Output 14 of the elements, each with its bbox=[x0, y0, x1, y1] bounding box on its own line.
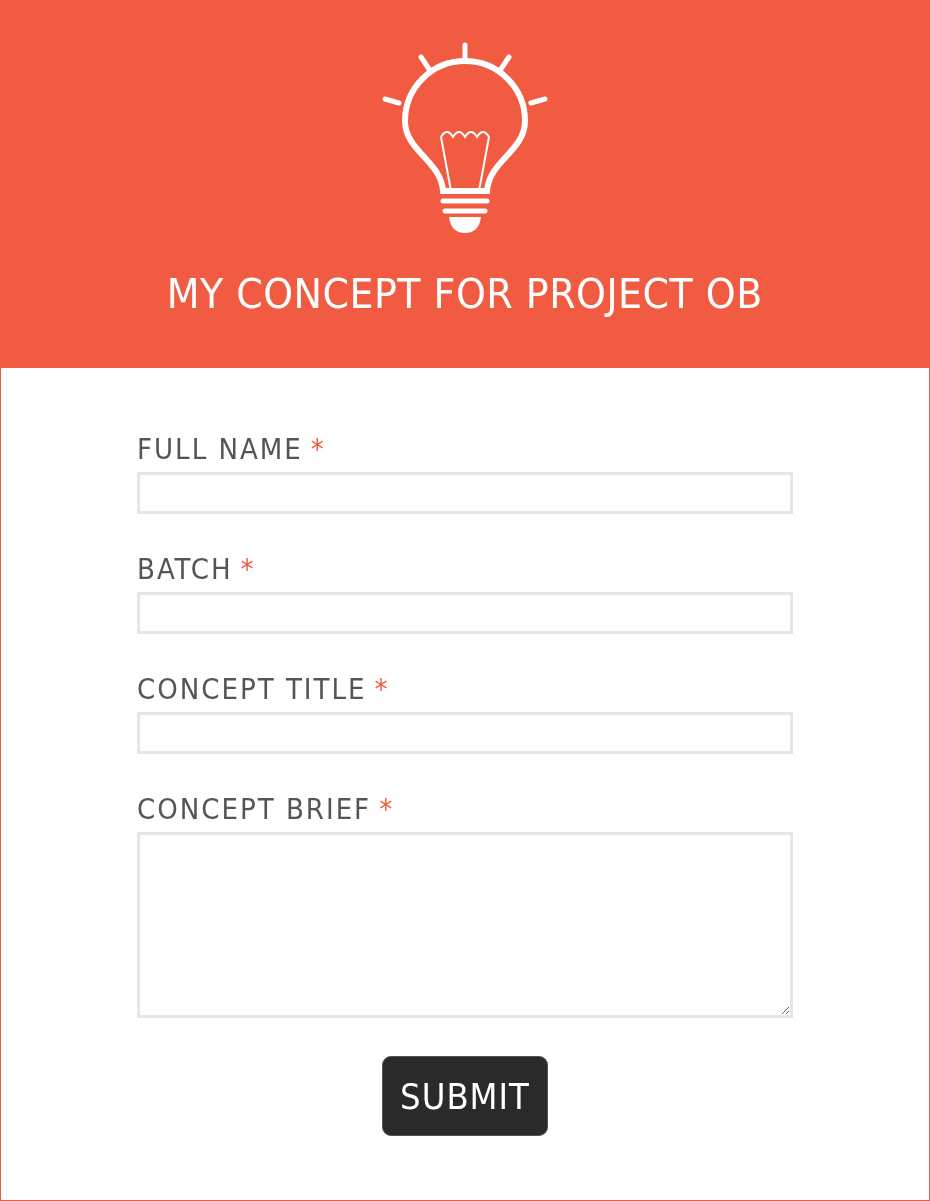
text-area[interactable] bbox=[137, 832, 793, 1018]
required-mark: * bbox=[379, 792, 395, 826]
required-mark: * bbox=[374, 672, 390, 706]
form-title: MY CONCEPT FOR PROJECT OB bbox=[166, 271, 764, 317]
field-label: FULL NAME bbox=[137, 432, 303, 466]
field-label: BATCH bbox=[137, 552, 233, 586]
required-mark: * bbox=[240, 552, 256, 586]
required-mark: * bbox=[310, 432, 326, 466]
field-label: CONCEPT BRIEF bbox=[137, 792, 372, 826]
input-field[interactable] bbox=[137, 472, 793, 514]
input-field[interactable] bbox=[137, 712, 793, 754]
submit-button[interactable]: SUBMIT bbox=[382, 1056, 548, 1136]
input-field[interactable] bbox=[137, 592, 793, 634]
field-label: CONCEPT TITLE bbox=[137, 672, 367, 706]
